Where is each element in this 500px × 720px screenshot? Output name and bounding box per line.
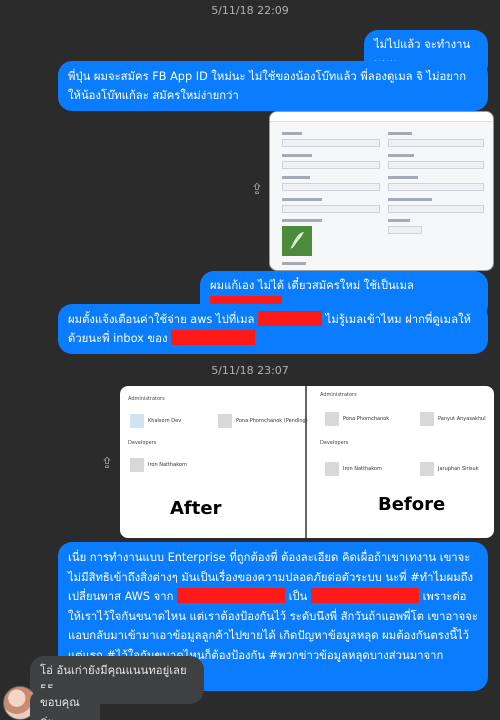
admin-before-2: Panyut Anyasakhul — [420, 412, 486, 426]
before-caption: Before — [378, 494, 446, 515]
admin-before-1: Pona Phornchanok — [325, 412, 389, 426]
administrators-label-before: Administrators — [320, 392, 357, 398]
developers-label-before: Developers — [320, 440, 349, 446]
image-attachment-app-settings[interactable] — [269, 111, 494, 271]
message-outgoing-4[interactable]: ผมตั้งแจ้งเตือนค่าใช้จ่าย aws ไปที่เมล ไ… — [58, 304, 488, 354]
avatar — [325, 412, 339, 426]
share-icon[interactable]: ⇪ — [98, 454, 116, 472]
developers-label-after: Developers — [128, 440, 157, 446]
dev-before-2: Jaruphan Sirisuk — [420, 462, 479, 476]
redacted-block — [177, 588, 286, 603]
avatar — [420, 412, 434, 426]
admin-after-1: Khaisorn Dev — [130, 414, 181, 428]
image-attachment-admin-comparison[interactable]: Administrators Khaisorn Dev Pona Phornch… — [120, 386, 494, 538]
after-caption: After — [170, 498, 222, 519]
admin-after-2: Pona Phornchanok (Pending) — [218, 414, 308, 428]
message-text: พี่ปุ่น ผมจะสมัคร FB App ID ใหม่นะ ไม่ใช… — [68, 70, 467, 102]
share-icon[interactable]: ⇪ — [248, 180, 266, 198]
avatar — [218, 414, 232, 428]
avatar — [130, 414, 144, 428]
redacted-block — [310, 588, 419, 603]
message-outgoing-2[interactable]: พี่ปุ่น ผมจะสมัคร FB App ID ใหม่นะ ไม่ใช… — [58, 61, 488, 111]
app-icon-image — [282, 226, 312, 256]
avatar — [420, 462, 434, 476]
redacted-block — [258, 311, 323, 326]
avatar — [325, 462, 339, 476]
message-text: ผมตั้งแจ้งเตือนค่าใช้จ่าย aws ไปที่เมล — [68, 313, 255, 326]
dev-before-1: Iron Natthakorn — [325, 462, 382, 476]
message-incoming-2[interactable]: ขอบคุณค่ะ — [30, 688, 100, 720]
message-text: ขอบคุณค่ะ — [40, 696, 80, 720]
message-text: เป็น — [288, 590, 308, 603]
timestamp-2: 5/11/18 23:07 — [211, 364, 289, 377]
administrators-label-after: Administrators — [128, 396, 165, 402]
avatar — [130, 458, 144, 472]
timestamp-1: 5/11/18 22:09 — [211, 4, 289, 17]
message-text: ผมแก้เอง ไม่ได้ เดี๋ยวสมัครใหม่ ใช้เป็นเ… — [210, 279, 414, 292]
dev-after-1: Iron Natthakorn — [130, 458, 187, 472]
redacted-block — [171, 330, 256, 345]
